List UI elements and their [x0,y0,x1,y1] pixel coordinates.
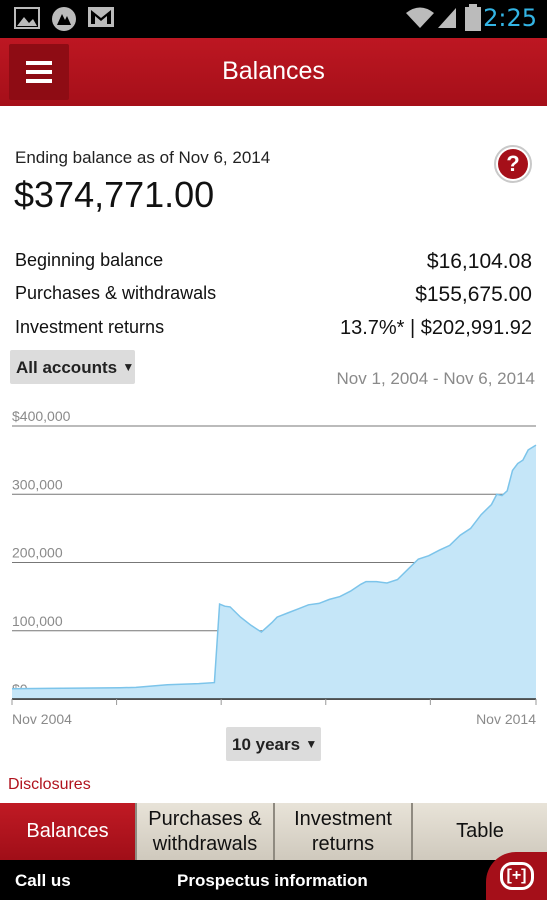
y-tick-label: $400,000 [12,408,71,424]
disclosures-link[interactable]: Disclosures [8,776,91,794]
prospectus-link[interactable]: Prospectus information [177,871,368,891]
clock: 2:25 [483,4,537,32]
app-bar: Balances [0,38,547,106]
summary-row-value: 13.7%* | $202,991.92 [339,317,532,339]
summary-row-label: Beginning balance [15,250,164,270]
chat-bubble-icon: [+] [499,862,534,890]
bottom-tabs: Balances Purchases & withdrawals Investm… [0,803,547,860]
date-range: Nov 1, 2004 - Nov 6, 2014 [336,369,535,388]
x-tick-label: Nov 2014 [476,711,536,727]
y-tick-label: 300,000 [12,476,63,492]
x-tick-label: Nov 2004 [12,711,72,727]
summary-row-value: $16,104.08 [426,250,532,273]
wifi-icon [406,7,434,28]
period-dropdown-label: 10 years [232,735,301,754]
ending-balance-value: $374,771.00 [14,174,215,215]
summary-row-label: Purchases & withdrawals [15,283,217,303]
tab-label: Purchases & withdrawals [148,807,262,855]
call-us-link[interactable]: Call us [15,871,71,891]
period-dropdown[interactable]: 10 years ▼ [226,727,321,761]
tab-balances[interactable]: Balances [0,803,135,860]
dropdown-arrow-icon: ▼ [302,737,318,751]
dropdown-arrow-icon: ▼ [119,360,135,374]
page-title: Balances [222,57,325,85]
balance-chart: $0100,000200,000300,000$400,000Nov 2004N… [11,408,537,727]
tab-label: Investment returns [294,807,392,855]
help-button[interactable]: ? [494,145,532,183]
app-icon [52,7,76,31]
series-area [12,445,536,699]
accounts-dropdown[interactable]: All accounts ▼ [10,350,135,384]
status-bar: 2:25 [0,0,547,38]
tab-investment-returns[interactable]: Investment returns [273,803,411,860]
battery-icon [465,4,481,31]
gmail-icon [88,7,114,27]
footer-bar: Call us Prospectus information [0,860,547,900]
summary-row-value: $155,675.00 [415,283,532,306]
signal-icon [438,8,456,28]
accounts-dropdown-label: All accounts [16,358,118,377]
ending-balance-label: Ending balance as of Nov 6, 2014 [15,148,271,167]
question-mark-icon: ? [498,149,528,179]
chat-button[interactable]: [+] [486,852,547,900]
tab-purchases-withdrawals[interactable]: Purchases & withdrawals [135,803,273,860]
summary-row-label: Investment returns [15,317,165,337]
gallery-icon [14,7,40,29]
y-tick-label: 200,000 [12,545,63,561]
y-tick-label: 100,000 [12,613,63,629]
